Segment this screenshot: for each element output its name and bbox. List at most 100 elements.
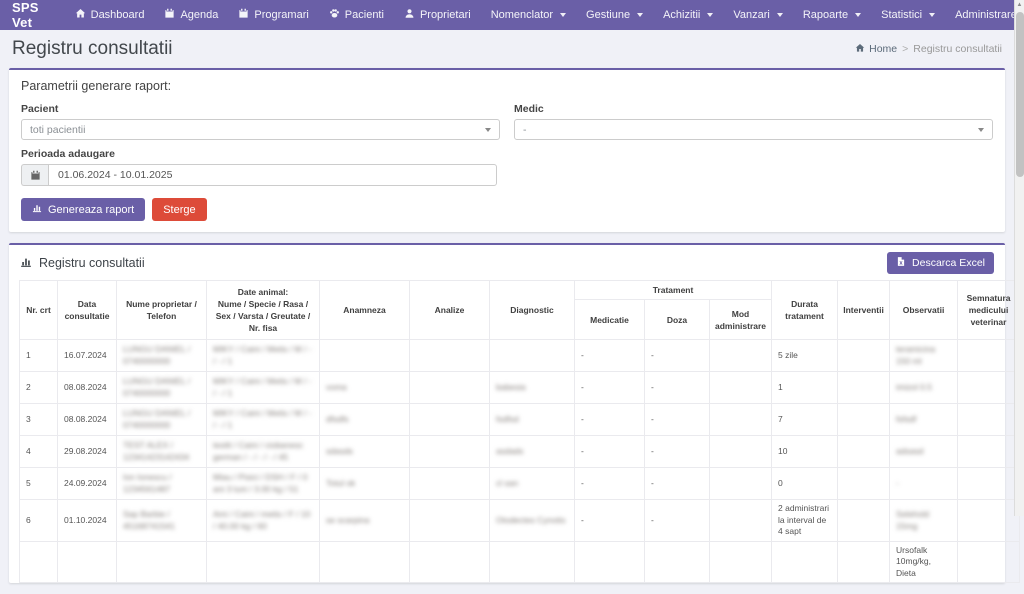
- main-content: Registru consultatii Home > Registru con…: [0, 30, 1014, 594]
- cell-diagnostic: [490, 541, 575, 582]
- perioada-daterange-input[interactable]: 01.06.2024 - 10.01.2025: [21, 164, 497, 186]
- cell-analize: [410, 468, 490, 500]
- cell-date-animal: [207, 541, 320, 582]
- top-navbar: SPS Vet Dashboard Agenda Programari Paci…: [0, 0, 1014, 30]
- nav-dashboard[interactable]: Dashboard: [65, 0, 155, 30]
- chevron-down-icon: [978, 128, 984, 132]
- cell-durata: [772, 541, 838, 582]
- cell-medicatie: [575, 541, 645, 582]
- cell-durata: 5 zile: [772, 340, 838, 372]
- chevron-down-icon: [855, 13, 861, 17]
- cell-nr: 6: [20, 500, 58, 541]
- nav-proprietari[interactable]: Proprietari: [394, 0, 481, 30]
- table-row: 4 29.08.2024 TEST ALEX / 12341423142434 …: [20, 436, 1020, 468]
- nav-nomenclator[interactable]: Nomenclator: [481, 0, 576, 30]
- pacient-selected-value: toti pacientii: [30, 124, 485, 136]
- sterge-button[interactable]: Sterge: [152, 198, 206, 221]
- pacient-select[interactable]: toti pacientii: [21, 119, 500, 140]
- nav-label: Proprietari: [420, 9, 471, 21]
- perioada-value[interactable]: 01.06.2024 - 10.01.2025: [48, 164, 497, 186]
- nav-label: Gestiune: [586, 9, 630, 21]
- medic-select[interactable]: -: [514, 119, 993, 140]
- cell-medicatie: -: [575, 468, 645, 500]
- cell-diagnostic: fsdfsd: [490, 404, 575, 436]
- cell-interventii: [838, 404, 890, 436]
- cell-mod-administrare: [710, 404, 772, 436]
- nav-agenda[interactable]: Agenda: [154, 0, 228, 30]
- nav-rapoarte[interactable]: Rapoarte: [793, 0, 871, 30]
- nav-vanzari[interactable]: Vanzari: [723, 0, 792, 30]
- genereaza-raport-button[interactable]: Genereaza raport: [21, 198, 145, 221]
- col-header-durata: Durata tratament: [772, 281, 838, 340]
- calendar-icon: [238, 8, 249, 22]
- nav-administrare[interactable]: Administrare: [945, 0, 1024, 30]
- cell-analize: [410, 500, 490, 541]
- cell-date-animal: Ami / Caini / metis / F / 10 / 40.00 kg …: [207, 500, 320, 541]
- cell-semnatura: [958, 541, 1020, 582]
- page-scrollbar[interactable]: ▲: [1014, 0, 1024, 516]
- paw-icon: [329, 8, 340, 22]
- cell-data-consultatie: 29.08.2024: [58, 436, 117, 468]
- cell-medicatie: -: [575, 500, 645, 541]
- cell-diagnostic: cl san: [490, 468, 575, 500]
- col-header-animal: Date animal: Nume / Specie / Rasa / Sex …: [207, 281, 320, 340]
- cell-observatii: adsasd: [890, 436, 958, 468]
- nav-label: Statistici: [881, 9, 922, 21]
- cell-anamneza: se scarpina: [320, 500, 410, 541]
- table-row: 5 24.09.2024 Ion Ionescu / 1234561487 Mi…: [20, 468, 1020, 500]
- cell-semnatura: [958, 436, 1020, 468]
- breadcrumb-separator: >: [902, 43, 908, 55]
- cell-interventii: [838, 372, 890, 404]
- cell-nr: 2: [20, 372, 58, 404]
- filters-panel: Parametrii generare raport: Pacient toti…: [9, 68, 1005, 232]
- chevron-down-icon: [560, 13, 566, 17]
- app-brand[interactable]: SPS Vet: [12, 0, 39, 30]
- nav-programari[interactable]: Programari: [228, 0, 318, 30]
- nav-label: Agenda: [180, 9, 218, 21]
- cell-mod-administrare: [710, 541, 772, 582]
- table-body: 1 16.07.2024 LUNGU DANIEL / 0740000000 M…: [20, 340, 1020, 583]
- nav-statistici[interactable]: Statistici: [871, 0, 945, 30]
- page-title: Registru consultatii: [12, 38, 173, 60]
- cell-interventii: [838, 541, 890, 582]
- bar-chart-icon: [32, 203, 42, 216]
- cell-proprietar: [117, 541, 207, 582]
- cell-observatii: Ursofalk 10mg/kg, Dieta: [890, 541, 958, 582]
- cell-observatii: teramicina 150 ml: [890, 340, 958, 372]
- col-header-nr: Nr. crt: [20, 281, 58, 340]
- cell-anamneza: dfsdfs: [320, 404, 410, 436]
- cell-analize: [410, 404, 490, 436]
- cell-semnatura: [958, 500, 1020, 541]
- cell-semnatura: [958, 404, 1020, 436]
- nav-pacienti[interactable]: Pacienti: [319, 0, 394, 30]
- cell-anamneza: sdasds: [320, 436, 410, 468]
- breadcrumb-home-link[interactable]: Home: [855, 43, 897, 56]
- nav-label: Nomenclator: [491, 9, 553, 21]
- report-title: Registru consultatii: [39, 256, 145, 270]
- col-header-observatii: Observatii: [890, 281, 958, 340]
- nav-achizitii[interactable]: Achizitii: [653, 0, 723, 30]
- nav-label: Administrare: [955, 9, 1017, 21]
- cell-diagnostic: Otodectes Cynotis: [490, 500, 575, 541]
- breadcrumb-home-label: Home: [869, 43, 897, 55]
- cell-date-animal: MIKY / Caini / Metis / M / - / - / 1: [207, 372, 320, 404]
- cell-interventii: [838, 468, 890, 500]
- cell-analize: [410, 372, 490, 404]
- cell-data-consultatie: 08.08.2024: [58, 404, 117, 436]
- scrollbar-thumb[interactable]: [1016, 12, 1024, 177]
- cell-analize: [410, 340, 490, 372]
- cell-proprietar: LUNGU DANIEL / 0740000000: [117, 340, 207, 372]
- bar-chart-icon: [20, 256, 32, 271]
- cell-data-consultatie: 24.09.2024: [58, 468, 117, 500]
- cell-diagnostic: asdads: [490, 436, 575, 468]
- cell-mod-administrare: [710, 436, 772, 468]
- col-header-semnatura: Semnatura medicului veterinar: [958, 281, 1020, 340]
- scroll-up-icon[interactable]: ▲: [1015, 0, 1024, 10]
- descarca-excel-button[interactable]: Descarca Excel: [887, 252, 994, 274]
- cell-doza: -: [645, 372, 710, 404]
- medic-label: Medic: [514, 103, 993, 115]
- calendar-icon: [164, 8, 175, 22]
- table-row: 3 08.08.2024 LUNGU DANIEL / 0740000000 M…: [20, 404, 1020, 436]
- nav-gestiune[interactable]: Gestiune: [576, 0, 653, 30]
- cell-medicatie: -: [575, 340, 645, 372]
